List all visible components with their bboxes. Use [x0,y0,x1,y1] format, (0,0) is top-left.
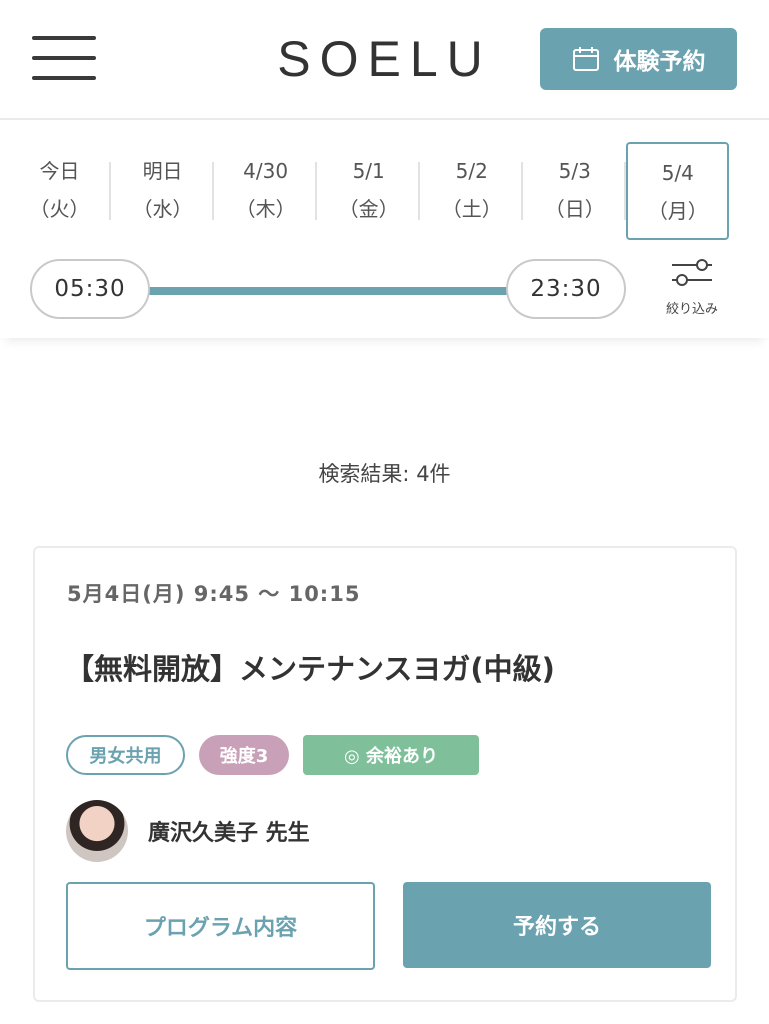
instructor[interactable]: 廣沢久美子 先生 [66,800,310,862]
date-label: 今日 [39,159,80,183]
date-tab-next[interactable] [729,142,769,240]
lesson-card: 5月4日(月) 9:45 〜 10:15 【無料開放】メンテナンスヨガ(中級) … [33,546,737,1002]
lesson-tags: 男女共用 強度3 ◎ 余裕あり [66,735,479,775]
date-tab-today[interactable]: 今日 （火） [8,142,112,240]
menu-line [32,36,96,40]
calendar-icon [572,47,599,71]
date-label: 5/4 [661,161,694,185]
date-label: 明日 [142,159,183,183]
time-start-handle[interactable]: 05:30 [30,259,150,319]
app-header: SOELU 体験予約 [0,0,769,120]
day-label: （月） [647,199,708,223]
time-range-track[interactable] [140,287,520,295]
date-label: 5/3 [558,159,591,183]
date-label: 5/2 [455,159,488,183]
program-details-button[interactable]: プログラム内容 [66,882,375,970]
date-tab-5-1[interactable]: 5/1 （金） [317,142,421,240]
date-tab-5-2[interactable]: 5/2 （土） [420,142,524,240]
menu-line [32,56,96,60]
day-label: （火） [29,197,90,221]
day-label: （木） [235,197,296,221]
narrow-filter-button[interactable]: 絞り込み [656,256,728,322]
day-label: （水） [132,197,193,221]
narrow-filter-label: 絞り込み [665,302,718,317]
day-label: （土） [441,197,502,221]
intensity-badge: 強度3 [199,735,289,775]
date-selector: 今日 （火） 明日 （水） 4/30 （木） 5/1 （金） 5/2 （土） 5… [8,142,769,240]
reserve-button[interactable]: 予約する [403,882,711,968]
instructor-name: 廣沢久美子 先生 [148,821,310,846]
date-label: 5/1 [352,159,385,183]
gender-badge: 男女共用 [66,735,185,775]
day-label: （日） [544,197,605,221]
date-tab-4-30[interactable]: 4/30 （木） [214,142,318,240]
availability-badge: ◎ 余裕あり [303,735,479,775]
lesson-title[interactable]: 【無料開放】メンテナンスヨガ(中級) [65,646,555,688]
trial-reservation-button[interactable]: 体験予約 [540,28,737,90]
menu-line [32,76,96,80]
result-count: 検索結果: 4件 [318,462,451,486]
hamburger-menu-icon[interactable] [32,36,96,84]
sliders-icon [672,259,712,286]
trial-button-label: 体験予約 [613,49,706,75]
date-tab-5-4[interactable]: 5/4 （月） [626,142,730,240]
date-tab-5-3[interactable]: 5/3 （日） [523,142,627,240]
filter-panel: 今日 （火） 明日 （水） 4/30 （木） 5/1 （金） 5/2 （土） 5… [0,122,769,338]
date-tab-tomorrow[interactable]: 明日 （水） [111,142,215,240]
lesson-datetime: 5月4日(月) 9:45 〜 10:15 [67,582,361,606]
date-label: 4/30 [243,159,289,183]
logo[interactable]: SOELU [277,31,492,87]
day-label: （金） [338,197,399,221]
instructor-avatar [66,800,128,862]
time-end-handle[interactable]: 23:30 [506,259,626,319]
